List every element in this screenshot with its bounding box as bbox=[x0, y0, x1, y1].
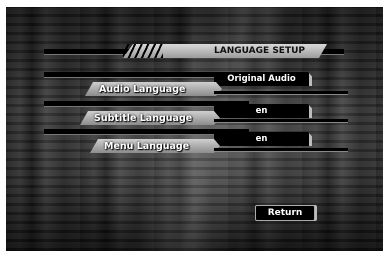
menu-language-value[interactable]: en bbox=[214, 132, 312, 146]
audio-language-value[interactable]: Original Audio bbox=[214, 72, 312, 86]
setup-screen: LANGUAGE SETUP Original Audio Audio Lang… bbox=[6, 7, 383, 251]
audio-language-underline bbox=[214, 91, 348, 95]
menu-language-label[interactable]: Menu Language bbox=[90, 139, 220, 153]
audio-language-label[interactable]: Audio Language bbox=[85, 82, 222, 96]
subtitle-language-underline bbox=[214, 119, 348, 123]
subtitle-language-label[interactable]: Subtitle Language bbox=[80, 111, 220, 125]
menu-language-underline bbox=[214, 148, 348, 152]
subtitle-language-value[interactable]: en bbox=[214, 104, 312, 118]
return-button[interactable]: Return bbox=[255, 205, 315, 221]
title-stripes bbox=[123, 44, 163, 58]
